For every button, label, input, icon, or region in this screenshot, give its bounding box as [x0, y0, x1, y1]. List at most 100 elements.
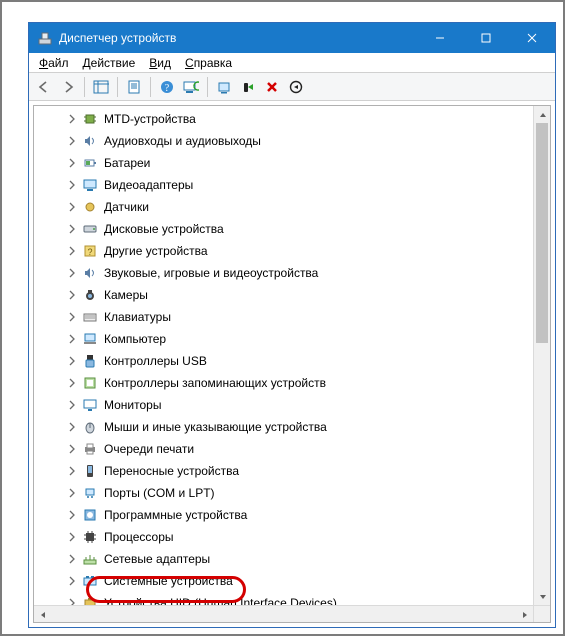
camera-icon [82, 287, 98, 303]
uninstall-device-button[interactable] [261, 76, 283, 98]
chevron-right-icon[interactable] [66, 421, 78, 433]
tree-category-label: Дисковые устройства [102, 221, 226, 237]
tree-category[interactable]: Очереди печати [60, 438, 533, 460]
tree-category[interactable]: Батареи [60, 152, 533, 174]
tree-category[interactable]: Аудиовходы и аудиовыходы [60, 130, 533, 152]
disable-device-button[interactable] [237, 76, 259, 98]
maximize-button[interactable] [463, 23, 509, 53]
chevron-right-icon[interactable] [66, 355, 78, 367]
tree-category[interactable]: Клавиатуры [60, 306, 533, 328]
chevron-right-icon[interactable] [66, 289, 78, 301]
cpu-icon [82, 529, 98, 545]
tree-category[interactable]: Камеры [60, 284, 533, 306]
chevron-right-icon[interactable] [66, 113, 78, 125]
tree-category[interactable]: Устройства HID (Human Interface Devices) [60, 592, 533, 605]
chevron-right-icon[interactable] [66, 553, 78, 565]
nav-forward-button[interactable] [57, 76, 79, 98]
menu-file[interactable]: Файл [33, 55, 75, 71]
tree-category[interactable]: Сетевые адаптеры [60, 548, 533, 570]
tree-category[interactable]: Мыши и иные указывающие устройства [60, 416, 533, 438]
tree-category[interactable]: ?Другие устройства [60, 240, 533, 262]
enable-device-button[interactable] [285, 76, 307, 98]
tree-category-label: Видеоадаптеры [102, 177, 195, 193]
show-hide-tree-button[interactable] [90, 76, 112, 98]
tree-category[interactable]: Дисковые устройства [60, 218, 533, 240]
update-driver-button[interactable] [213, 76, 235, 98]
chevron-right-icon[interactable] [66, 179, 78, 191]
tree-category[interactable]: Программные устройства [60, 504, 533, 526]
window-title: Диспетчер устройств [59, 31, 417, 45]
device-tree[interactable]: MTD-устройства Аудиовходы и аудиовыходы Ба… [33, 105, 551, 623]
chevron-right-icon[interactable] [66, 311, 78, 323]
system-icon [82, 573, 98, 589]
printer-icon [82, 441, 98, 457]
chevron-right-icon[interactable] [66, 377, 78, 389]
tree-category[interactable]: Контроллеры USB [60, 350, 533, 372]
tree-category[interactable]: Контроллеры запоминающих устройств [60, 372, 533, 394]
tree-category-label: Системные устройства [102, 573, 235, 589]
chip-icon [82, 111, 98, 127]
chevron-right-icon[interactable] [66, 399, 78, 411]
device-manager-window: Диспетчер устройств Файл Действие Вид Сп… [28, 22, 556, 628]
chevron-right-icon[interactable] [66, 465, 78, 477]
chevron-right-icon[interactable] [66, 531, 78, 543]
toolbar: ? [29, 73, 555, 101]
vertical-scrollbar[interactable] [533, 106, 550, 605]
menubar: Файл Действие Вид Справка [29, 53, 555, 73]
tree-category[interactable]: MTD-устройства [60, 108, 533, 130]
chevron-right-icon[interactable] [66, 597, 78, 605]
tree-category[interactable]: Датчики [60, 196, 533, 218]
chevron-right-icon[interactable] [66, 223, 78, 235]
disk-icon [82, 221, 98, 237]
tree-category-label: Контроллеры USB [102, 353, 209, 369]
chevron-right-icon[interactable] [66, 509, 78, 521]
tree-category-label: Камеры [102, 287, 150, 303]
scroll-right-button[interactable] [516, 606, 533, 623]
close-button[interactable] [509, 23, 555, 53]
scrollbar-thumb[interactable] [536, 123, 548, 343]
tree-category-label: Аудиовходы и аудиовыходы [102, 133, 263, 149]
tree-category-label: Процессоры [102, 529, 176, 545]
properties-button[interactable] [123, 76, 145, 98]
minimize-button[interactable] [417, 23, 463, 53]
menu-view[interactable]: Вид [143, 55, 177, 71]
tree-category[interactable]: Видеоадаптеры [60, 174, 533, 196]
tree-category[interactable]: Звуковые, игровые и видеоустройства [60, 262, 533, 284]
svg-text:?: ? [165, 83, 170, 94]
scroll-up-button[interactable] [534, 106, 551, 123]
tree-category[interactable]: Компьютер [60, 328, 533, 350]
tree-category-label: Контроллеры запоминающих устройств [102, 375, 328, 391]
tree-category[interactable]: Процессоры [60, 526, 533, 548]
software-icon [82, 507, 98, 523]
tree-category[interactable]: Системные устройства [60, 570, 533, 592]
chevron-right-icon[interactable] [66, 135, 78, 147]
keyboard-icon [82, 309, 98, 325]
chevron-right-icon[interactable] [66, 267, 78, 279]
battery-icon [82, 155, 98, 171]
sensor-icon [82, 199, 98, 215]
scroll-left-button[interactable] [34, 606, 51, 623]
menu-help[interactable]: Справка [179, 55, 238, 71]
chevron-right-icon[interactable] [66, 333, 78, 345]
chevron-right-icon[interactable] [66, 157, 78, 169]
chevron-right-icon[interactable] [66, 443, 78, 455]
chevron-right-icon[interactable] [66, 575, 78, 587]
storage-icon [82, 375, 98, 391]
chevron-right-icon[interactable] [66, 487, 78, 499]
monitor-icon [82, 397, 98, 413]
tree-category-label: Клавиатуры [102, 309, 173, 325]
help-button[interactable]: ? [156, 76, 178, 98]
display-icon [82, 177, 98, 193]
scan-hardware-button[interactable] [180, 76, 202, 98]
tree-category[interactable]: Порты (COM и LPT) [60, 482, 533, 504]
horizontal-scrollbar[interactable] [34, 605, 533, 622]
chevron-right-icon[interactable] [66, 245, 78, 257]
scroll-down-button[interactable] [534, 588, 551, 605]
menu-action[interactable]: Действие [77, 55, 142, 71]
tree-category[interactable]: Мониторы [60, 394, 533, 416]
tree-category-label: Другие устройства [102, 243, 210, 259]
nav-back-button[interactable] [33, 76, 55, 98]
chevron-right-icon[interactable] [66, 201, 78, 213]
tree-category[interactable]: Переносные устройства [60, 460, 533, 482]
mouse-icon [82, 419, 98, 435]
